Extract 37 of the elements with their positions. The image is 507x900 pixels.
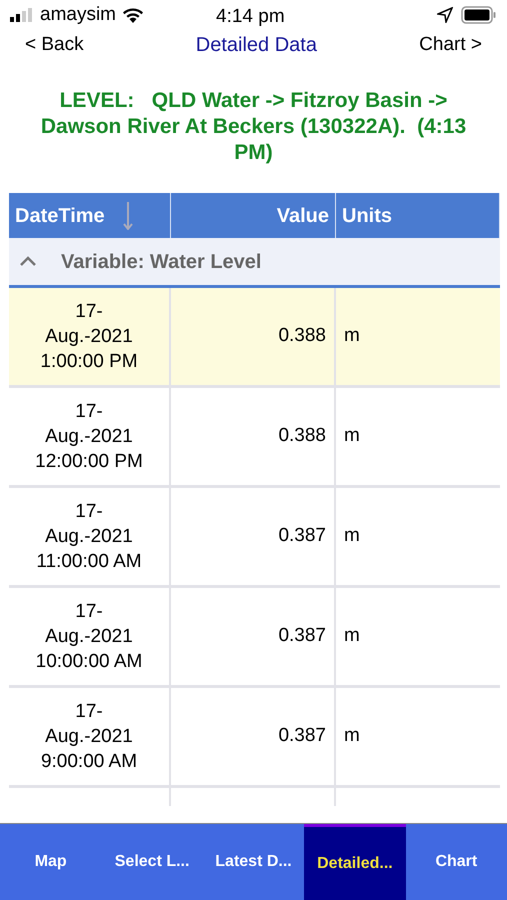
- table-row[interactable]: 17- Aug.-2021 12:00:00 PM 0.388 m: [9, 388, 500, 488]
- sort-arrow-icon: [122, 202, 133, 230]
- table-cell-text: 0.387: [278, 724, 326, 748]
- group-label: Variable: Water Level: [61, 250, 262, 274]
- wifi-icon: [122, 7, 144, 23]
- table-cell-text: m: [344, 724, 360, 748]
- table-cell-text: 17- Aug.-2021 11:00:00 AM: [36, 500, 142, 574]
- table-cell-text: 0.388: [278, 324, 326, 348]
- table-row[interactable]: 17- Aug.-2021 10:00:00 AM 0.387 m: [9, 588, 500, 688]
- tab[interactable]: Latest D...: [202, 824, 304, 900]
- page-title: Detailed Data: [196, 33, 317, 58]
- table-row[interactable]: 17- Aug.-2021 1:00:00 PM 0.388 m: [9, 288, 500, 388]
- group-row[interactable]: Variable: Water Level: [9, 238, 500, 288]
- table-cell-text: m: [344, 424, 360, 448]
- back-link[interactable]: < Back: [25, 30, 84, 60]
- table-cell-text: m: [344, 524, 360, 548]
- table-cell-text: 0.387: [278, 624, 326, 648]
- table-cell-text: 17- Aug.-2021 12:00:00 PM: [35, 400, 143, 474]
- table-cell-text: 0.387: [278, 524, 326, 548]
- tab[interactable]: Detailed...: [304, 824, 406, 900]
- table-cell-text: m: [344, 324, 360, 348]
- table-cell-text: 0.388: [278, 424, 326, 448]
- carrier-name: amaysim: [40, 2, 116, 27]
- table-row[interactable]: 17- Aug.-2021 11:00:00 AM 0.387 m: [9, 488, 500, 588]
- battery-icon: [461, 6, 497, 24]
- clock-time: 4:14 pm: [216, 5, 285, 29]
- station-heading: LEVEL: QLD Water -> Fitzroy Basin -> Dawson River At Beckers (130322A). (4:13 PM): [40, 88, 468, 166]
- tab[interactable]: Map: [0, 824, 102, 900]
- table-cell-text: m: [344, 624, 360, 648]
- table-cell-text: 17- Aug.-2021 9:00:00 AM: [40, 700, 138, 774]
- table-cell-text: 17- Aug.-2021 10:00:00 AM: [36, 600, 142, 674]
- tab[interactable]: Select L...: [101, 824, 203, 900]
- chart-link[interactable]: Chart >: [419, 30, 482, 60]
- table-row[interactable]: 17- Aug.-2021 9:00:00 AM 0.387 m: [9, 688, 500, 788]
- table-cell-text: 17- Aug.-2021 1:00:00 PM: [40, 300, 138, 374]
- tab[interactable]: Chart: [406, 824, 507, 900]
- location-arrow-icon: [437, 7, 453, 23]
